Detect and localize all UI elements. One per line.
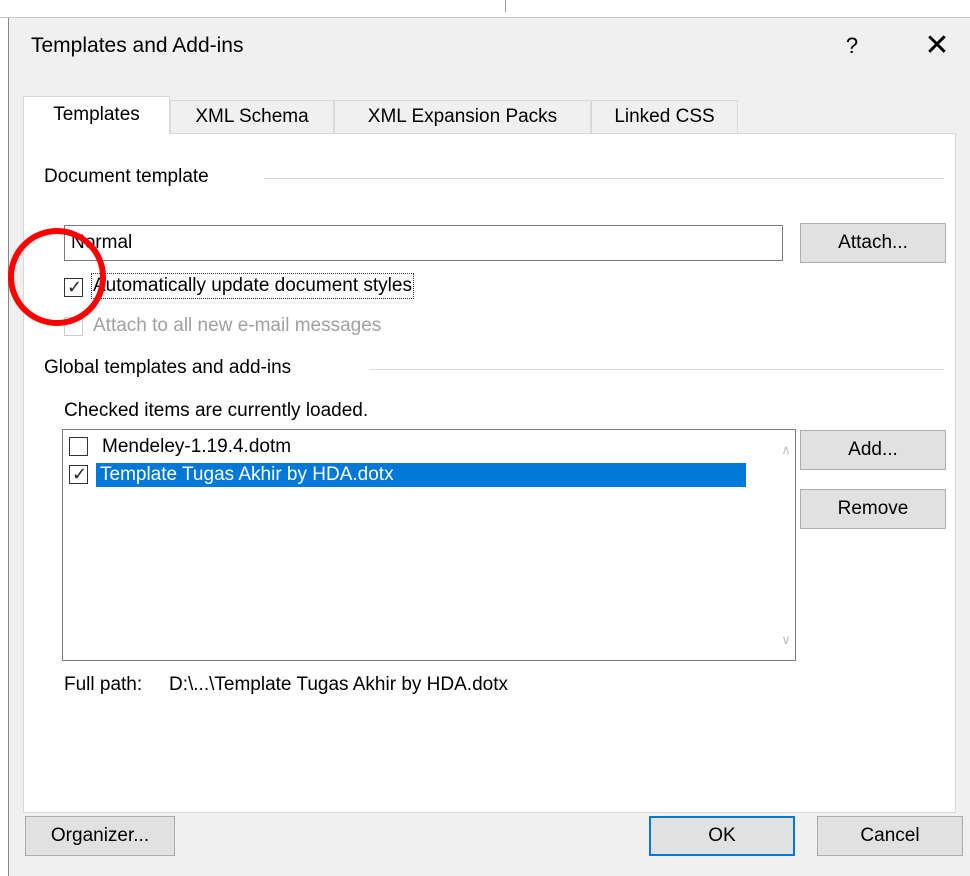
group-divider [264, 178, 944, 179]
item-checkbox[interactable]: ✓ [69, 464, 88, 484]
list-item-label: Mendeley-1.19.4.dotm [102, 436, 292, 457]
group-divider [369, 369, 944, 370]
organizer-button[interactable]: Organizer... [25, 816, 175, 856]
background-window-strip [0, 0, 970, 18]
templates-dialog: Templates and Add-ins ? ✕ Templates XML … [8, 18, 970, 876]
tab-xml-expansion-packs[interactable]: XML Expansion Packs [334, 100, 591, 134]
full-path-label: Full path: [64, 674, 143, 695]
list-item-label: Template Tugas Akhir by HDA.dotx [96, 463, 746, 487]
scroll-down-arrow-icon[interactable]: ∨ [777, 632, 795, 650]
background-divider [505, 0, 506, 12]
auto-update-label[interactable]: Automatically update document styles [91, 273, 414, 299]
tab-xml-schema[interactable]: XML Schema [170, 100, 334, 134]
red-annotation-circle [8, 228, 106, 326]
help-button[interactable]: ? [837, 26, 867, 66]
scroll-up-arrow-icon[interactable]: ∧ [777, 442, 795, 460]
dialog-title: Templates and Add-ins [31, 34, 244, 57]
tab-linked-css[interactable]: Linked CSS [591, 100, 738, 134]
list-item[interactable]: Mendeley-1.19.4.dotm [66, 433, 744, 461]
global-templates-label: Global templates and add-ins [44, 357, 300, 379]
document-template-input[interactable]: Normal [64, 225, 783, 261]
document-template-label: Document template [44, 166, 217, 188]
loaded-items-hint: Checked items are currently loaded. [64, 400, 377, 422]
checkmark-icon: ✓ [72, 464, 88, 484]
add-button[interactable]: Add... [800, 430, 946, 470]
ok-button[interactable]: OK [649, 816, 795, 856]
close-button[interactable]: ✕ [917, 26, 957, 66]
list-item[interactable]: ✓ Template Tugas Akhir by HDA.dotx [66, 461, 746, 489]
global-templates-list[interactable]: Mendeley-1.19.4.dotm ✓ Template Tugas Ak… [62, 429, 796, 661]
attach-email-label: Attach to all new e-mail messages [93, 315, 382, 336]
full-path-value: D:\...\Template Tugas Akhir by HDA.dotx [169, 674, 508, 695]
attach-button[interactable]: Attach... [800, 223, 946, 263]
item-checkbox[interactable] [69, 437, 88, 456]
cancel-button[interactable]: Cancel [817, 816, 963, 856]
remove-button[interactable]: Remove [800, 489, 946, 529]
tab-templates[interactable]: Templates [23, 96, 170, 135]
templates-panel: Document template Normal Attach... ✓ Aut… [23, 133, 956, 813]
